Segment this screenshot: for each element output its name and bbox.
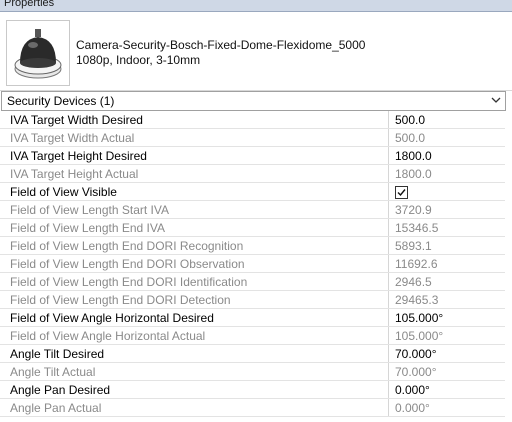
category-filter-dropdown[interactable]: Security Devices (1) — [1, 91, 506, 111]
property-name: Field of View Length Start IVA — [0, 200, 389, 219]
property-name: Field of View Length End DORI Identifica… — [0, 272, 389, 291]
property-value: 5893.1 — [388, 236, 505, 255]
property-name: Angle Pan Desired — [0, 380, 389, 399]
check-icon — [397, 188, 406, 196]
property-row[interactable]: IVA Target Height Actual 1800.0 — [0, 164, 505, 183]
property-value: 0.000° — [388, 398, 505, 417]
property-value: 1800.0 — [388, 164, 505, 183]
property-row[interactable]: Field of View Length End DORI Identifica… — [0, 272, 505, 291]
property-name: IVA Target Width Desired — [0, 111, 389, 129]
type-selector[interactable]: Camera-Security-Bosch-Fixed-Dome-Flexido… — [0, 12, 512, 91]
dome-camera-icon — [6, 20, 70, 86]
property-name: Field of View Visible — [0, 182, 389, 201]
property-name: Field of View Length End IVA — [0, 218, 389, 237]
property-row[interactable]: Angle Tilt Actual 70.000° — [0, 362, 505, 381]
panel-title: Properties — [4, 0, 55, 9]
family-type-name: Camera-Security-Bosch-Fixed-Dome-Flexido… — [76, 38, 366, 52]
property-row[interactable]: IVA Target Width Desired 500.0 — [0, 111, 505, 129]
category-filter-label: Security Devices (1) — [7, 94, 115, 108]
property-row[interactable]: Field of View Angle Horizontal Actual 105… — [0, 326, 505, 345]
property-value: 11692.6 — [388, 254, 505, 273]
property-row[interactable]: Field of View Length End DORI Detection 2… — [0, 290, 505, 309]
property-name: IVA Target Height Desired — [0, 146, 389, 165]
field-of-view-visible-checkbox[interactable] — [395, 185, 408, 199]
edit-type-scroll[interactable] — [500, 92, 512, 110]
property-row[interactable]: IVA Target Width Actual 500.0 — [0, 128, 505, 147]
property-row[interactable]: Angle Pan Actual 0.000° — [0, 398, 505, 417]
property-value: 500.0 — [388, 128, 505, 147]
property-name: Angle Pan Actual — [0, 398, 389, 417]
property-row[interactable]: IVA Target Height Desired 1800.0 — [0, 146, 505, 165]
property-value: 70.000° — [388, 362, 505, 381]
property-row[interactable]: Field of View Length End DORI Recognitio… — [0, 236, 505, 255]
property-value: 2946.5 — [388, 272, 505, 291]
property-name: Field of View Length End DORI Observatio… — [0, 254, 389, 273]
property-name: IVA Target Height Actual — [0, 164, 389, 183]
property-name: Field of View Length End DORI Recognitio… — [0, 236, 389, 255]
property-name: Field of View Angle Horizontal Actual — [0, 326, 389, 345]
property-checkbox-cell[interactable] — [388, 182, 505, 201]
type-description: 1080p, Indoor, 3-10mm — [76, 53, 201, 67]
property-value[interactable]: 0.000° — [388, 380, 505, 399]
property-name: Angle Tilt Desired — [0, 344, 389, 363]
property-value[interactable]: 70.000° — [388, 344, 505, 363]
property-row[interactable]: Field of View Length End IVA 15346.5 — [0, 218, 505, 237]
property-name: IVA Target Width Actual — [0, 128, 389, 147]
property-value[interactable]: 1800.0 — [388, 146, 505, 165]
property-name: Angle Tilt Actual — [0, 362, 389, 381]
property-name: Field of View Length End DORI Detection — [0, 290, 389, 309]
property-value: 3720.9 — [388, 200, 505, 219]
property-row[interactable]: Field of View Length Start IVA 3720.9 — [0, 200, 505, 219]
properties-grid: IVA Target Width Desired 500.0 IVA Target … — [0, 111, 505, 417]
type-name-block: Camera-Security-Bosch-Fixed-Dome-Flexido… — [76, 38, 365, 68]
property-value[interactable]: 105.000° — [388, 308, 505, 327]
property-row[interactable]: Angle Pan Desired 0.000° — [0, 380, 505, 399]
property-name: Field of View Angle Horizontal Desired — [0, 308, 389, 327]
properties-title-bar: Properties — [0, 0, 512, 12]
property-row[interactable]: Angle Tilt Desired 70.000° — [0, 344, 505, 363]
property-row[interactable]: Field of View Length End DORI Observatio… — [0, 254, 505, 273]
property-value: 15346.5 — [388, 218, 505, 237]
property-value: 29465.3 — [388, 290, 505, 309]
property-value: 105.000° — [388, 326, 505, 345]
property-row[interactable]: Field of View Angle Horizontal Desired 10… — [0, 308, 505, 327]
property-row[interactable]: Field of View Visible — [0, 182, 505, 201]
property-value[interactable]: 500.0 — [388, 111, 505, 129]
